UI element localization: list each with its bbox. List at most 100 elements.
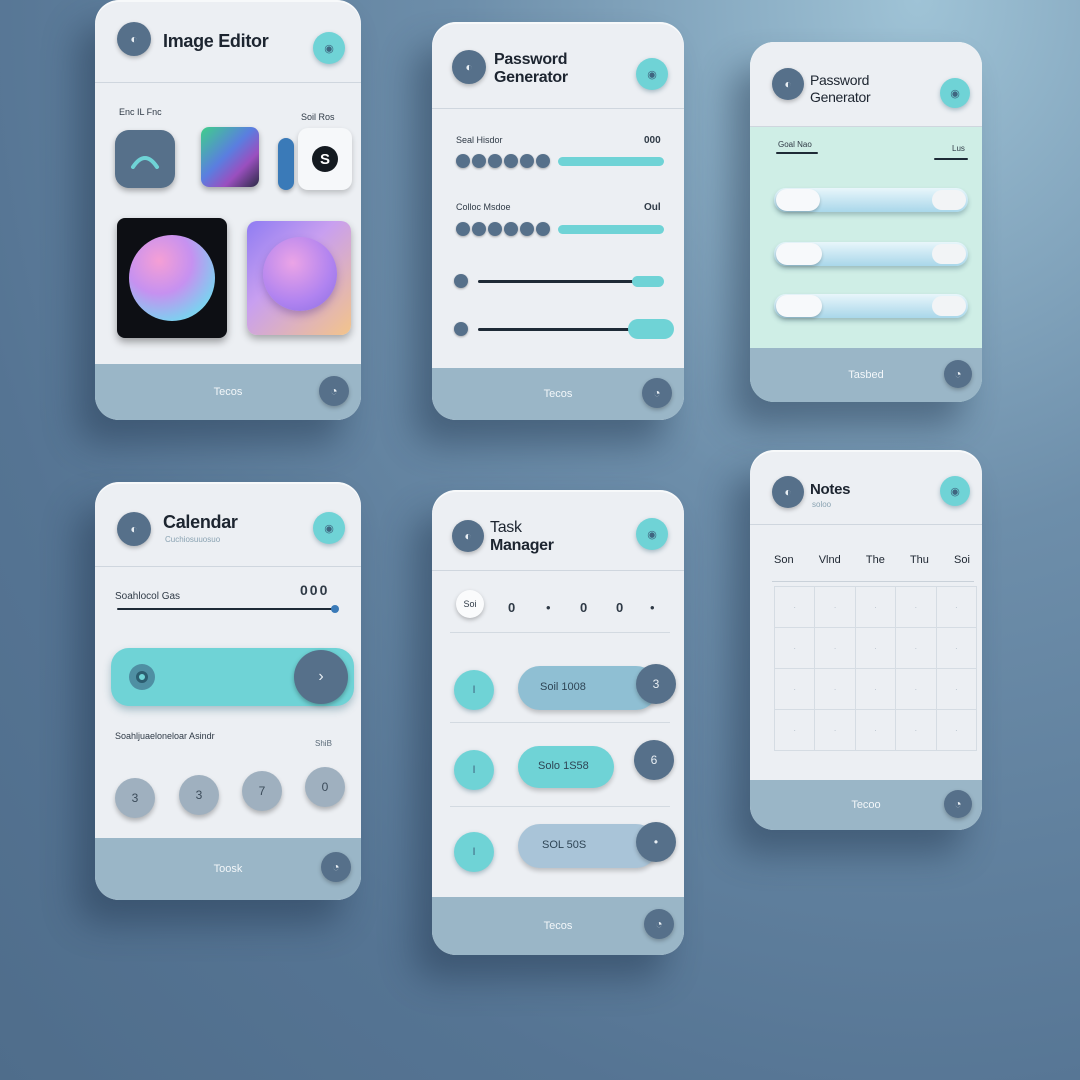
- app-icon[interactable]: ◐: [452, 50, 486, 84]
- footer-action-button[interactable]: ◔: [319, 376, 349, 406]
- option-track-right[interactable]: [934, 158, 968, 160]
- day-cell[interactable]: ·: [815, 710, 856, 751]
- app-icon[interactable]: ◐: [772, 476, 804, 508]
- day-cell[interactable]: ·: [855, 710, 897, 751]
- footer-action-button[interactable]: ◔: [944, 360, 972, 388]
- day-cell[interactable]: ·: [775, 587, 816, 628]
- date-slider[interactable]: [117, 608, 337, 610]
- filter-chip[interactable]: Soi: [456, 590, 484, 618]
- task-check-2[interactable]: I: [454, 750, 494, 790]
- task-pill-2[interactable]: Solo 1S58: [518, 746, 614, 788]
- day-cell[interactable]: ·: [775, 710, 816, 751]
- arc-tool-button[interactable]: [115, 130, 175, 188]
- task-action-1[interactable]: 3: [636, 664, 676, 704]
- layer-slider[interactable]: [278, 138, 294, 190]
- footer-action-button[interactable]: ◔: [642, 378, 672, 408]
- day-cell[interactable]: ·: [775, 628, 816, 669]
- app-icon[interactable]: ◐: [117, 512, 151, 546]
- page-title-line2: Manager: [490, 537, 554, 554]
- task-action-3[interactable]: •: [636, 822, 676, 862]
- day-cell[interactable]: ·: [936, 628, 977, 669]
- task-action-2[interactable]: 6: [634, 740, 674, 780]
- toggle-end-2[interactable]: [932, 244, 966, 264]
- day-cell[interactable]: ·: [855, 628, 897, 669]
- menu-button[interactable]: ◉: [940, 476, 970, 506]
- footer-action-button[interactable]: ◔: [644, 909, 674, 939]
- filter-item-3[interactable]: 0: [580, 600, 587, 615]
- day-cell[interactable]: ·: [775, 669, 816, 710]
- day-cell[interactable]: ·: [855, 669, 897, 710]
- toggle-knob-1[interactable]: [776, 189, 820, 211]
- menu-button[interactable]: ◉: [313, 512, 345, 544]
- day-cell[interactable]: ·: [896, 628, 937, 669]
- footer-action-button[interactable]: ◔: [944, 790, 972, 818]
- option-slider-knob-2[interactable]: [454, 322, 468, 336]
- toggle-knob-2[interactable]: [776, 243, 822, 265]
- calendar-card: ◐ Calendar Cuchiosuuosuo ◉ Soahlocol Gas…: [95, 482, 361, 900]
- calendar-header: ◐ Calendar Cuchiosuuosuo ◉: [95, 482, 361, 567]
- option-slider-knob[interactable]: [454, 274, 468, 288]
- filter-item-1[interactable]: 0: [508, 600, 515, 615]
- reminder-circle-3[interactable]: 7: [242, 771, 282, 811]
- color-wheel-panel[interactable]: [117, 218, 227, 338]
- toggle-row-3[interactable]: [774, 294, 968, 318]
- length-slider[interactable]: [558, 157, 664, 166]
- image-thumbnail[interactable]: [201, 127, 259, 187]
- day-cell[interactable]: ·: [936, 669, 977, 710]
- reminder-circle-4[interactable]: 0: [305, 767, 345, 807]
- option-slider-track-2[interactable]: [478, 328, 634, 331]
- reminder-circle-1[interactable]: 3: [115, 778, 155, 818]
- day-cell[interactable]: ·: [936, 710, 977, 751]
- task-check-3[interactable]: I: [454, 832, 494, 872]
- filter-item-2[interactable]: •: [546, 600, 551, 615]
- footer-bar: Tecos ◔: [432, 368, 684, 420]
- task-header: ◐ Task Manager ◉: [432, 490, 684, 571]
- day-cell[interactable]: ·: [936, 587, 977, 628]
- logo-tile[interactable]: S: [298, 128, 352, 190]
- menu-button[interactable]: ◉: [313, 32, 345, 64]
- option-label-right: Lus: [952, 144, 965, 153]
- app-icon[interactable]: ◐: [772, 68, 804, 100]
- toggle-row-2[interactable]: [774, 242, 968, 266]
- day-cell[interactable]: ·: [896, 587, 937, 628]
- toggle-end-1[interactable]: [932, 190, 966, 210]
- toggle-knob-3[interactable]: [776, 295, 822, 317]
- toggle-end-3[interactable]: [932, 296, 966, 316]
- event-toggle[interactable]: ›: [111, 648, 354, 706]
- color-wheel[interactable]: [129, 235, 215, 321]
- option-slider-track[interactable]: [478, 280, 638, 283]
- gradient-preview-panel[interactable]: [247, 221, 351, 335]
- reminder-circle-2[interactable]: 3: [179, 775, 219, 815]
- task-check-1[interactable]: I: [454, 670, 494, 710]
- day-cell[interactable]: ·: [815, 587, 856, 628]
- day-cell[interactable]: ·: [815, 669, 856, 710]
- menu-button[interactable]: ◉: [636, 58, 668, 90]
- footer-action-button[interactable]: ◔: [321, 852, 351, 882]
- footer-label: Tecoo: [851, 799, 881, 811]
- day-cell[interactable]: ·: [855, 587, 897, 628]
- option-slider-end-2[interactable]: [628, 319, 674, 339]
- arc-icon: [131, 156, 159, 169]
- page-title-line1: Password: [810, 72, 870, 88]
- app-icon[interactable]: ◐: [117, 22, 151, 56]
- password-generator-card: ◐ Password Generator ◉ Seal Hisdor 000 C…: [432, 22, 684, 420]
- complexity-label: Colloc Msdoe: [456, 202, 511, 212]
- option-slider-end[interactable]: [632, 276, 664, 287]
- reminder-label-right: ShiB: [315, 739, 332, 748]
- event-toggle-knob[interactable]: ›: [294, 650, 348, 704]
- day-cell[interactable]: ·: [896, 669, 937, 710]
- day-cell[interactable]: ·: [815, 628, 856, 669]
- option-track-short[interactable]: [776, 152, 818, 154]
- complexity-slider[interactable]: [558, 225, 664, 234]
- footer-label: Tecos: [543, 388, 573, 400]
- date-slider-knob[interactable]: [331, 605, 339, 613]
- app-icon[interactable]: ◐: [452, 520, 484, 552]
- filter-item-4[interactable]: 0: [616, 600, 623, 615]
- footer-bar: Tecos ◔: [432, 897, 684, 955]
- calendar-grid[interactable]: · · · · · · · · · · · · · · · · · · · ·: [774, 586, 977, 751]
- filter-item-5[interactable]: •: [650, 600, 655, 615]
- menu-button[interactable]: ◉: [636, 518, 668, 550]
- toggle-row-1[interactable]: [774, 188, 968, 212]
- day-cell[interactable]: ·: [896, 710, 937, 751]
- menu-button[interactable]: ◉: [940, 78, 970, 108]
